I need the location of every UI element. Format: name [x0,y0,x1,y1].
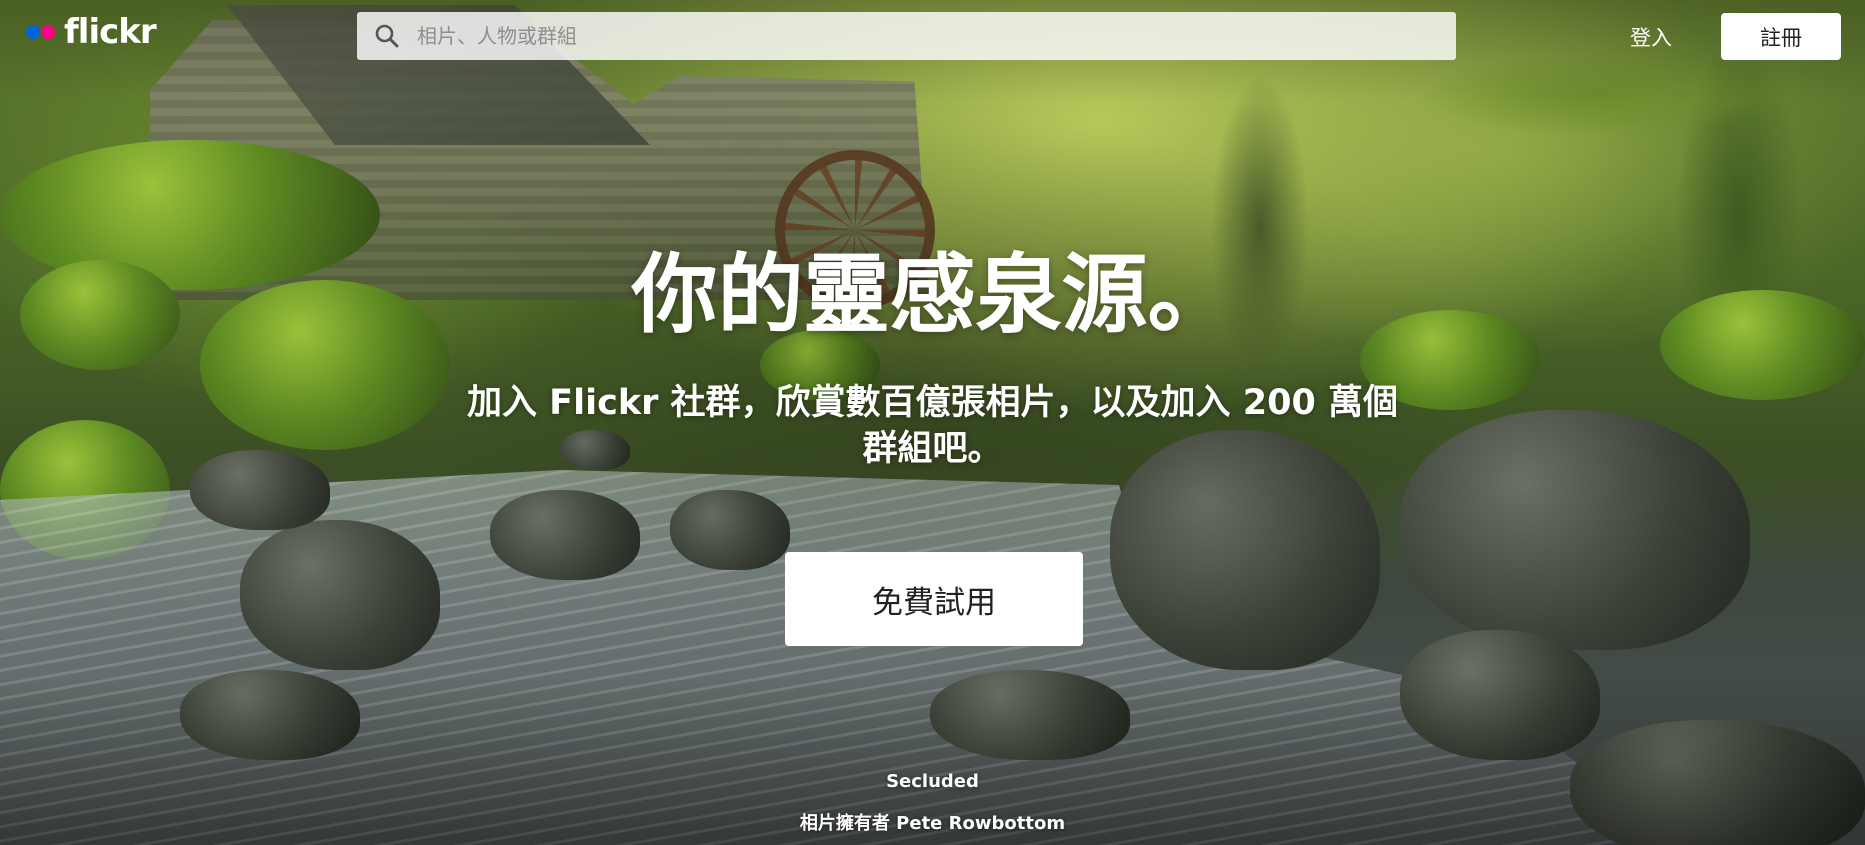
pink-dot [41,25,55,39]
free-trial-button[interactable]: 免費試用 [785,552,1083,646]
photo-owner: 相片擁有者 Pete Rowbottom [0,809,1865,835]
flickr-dots-icon [24,22,58,42]
flickr-logo[interactable]: flickr [24,12,157,52]
search-icon[interactable] [357,12,417,60]
search-bar[interactable] [357,12,1456,60]
hero-subtitle: 加入 Flickr 社群，欣賞數百億張相片，以及加入 200 萬個群組吧。 [467,383,1398,469]
photo-owner-prefix: 相片擁有者 [799,813,897,834]
photo-owner-link[interactable]: Pete Rowbottom [896,813,1065,834]
search-input[interactable] [417,12,1456,60]
signup-button[interactable]: 註冊 [1721,13,1841,60]
page: flickr 登入 註冊 你的靈感泉源。 加入 Flickr 社群，欣賞數百億張… [0,0,1865,845]
hero-title: 你的靈感泉源。 [631,245,1234,345]
photo-credit: Secluded 相片擁有者 Pete Rowbottom [0,771,1865,835]
blue-dot [26,25,40,39]
photo-title[interactable]: Secluded [0,771,1865,799]
logo-wordmark: flickr [64,12,157,52]
login-link[interactable]: 登入 [1630,20,1672,54]
